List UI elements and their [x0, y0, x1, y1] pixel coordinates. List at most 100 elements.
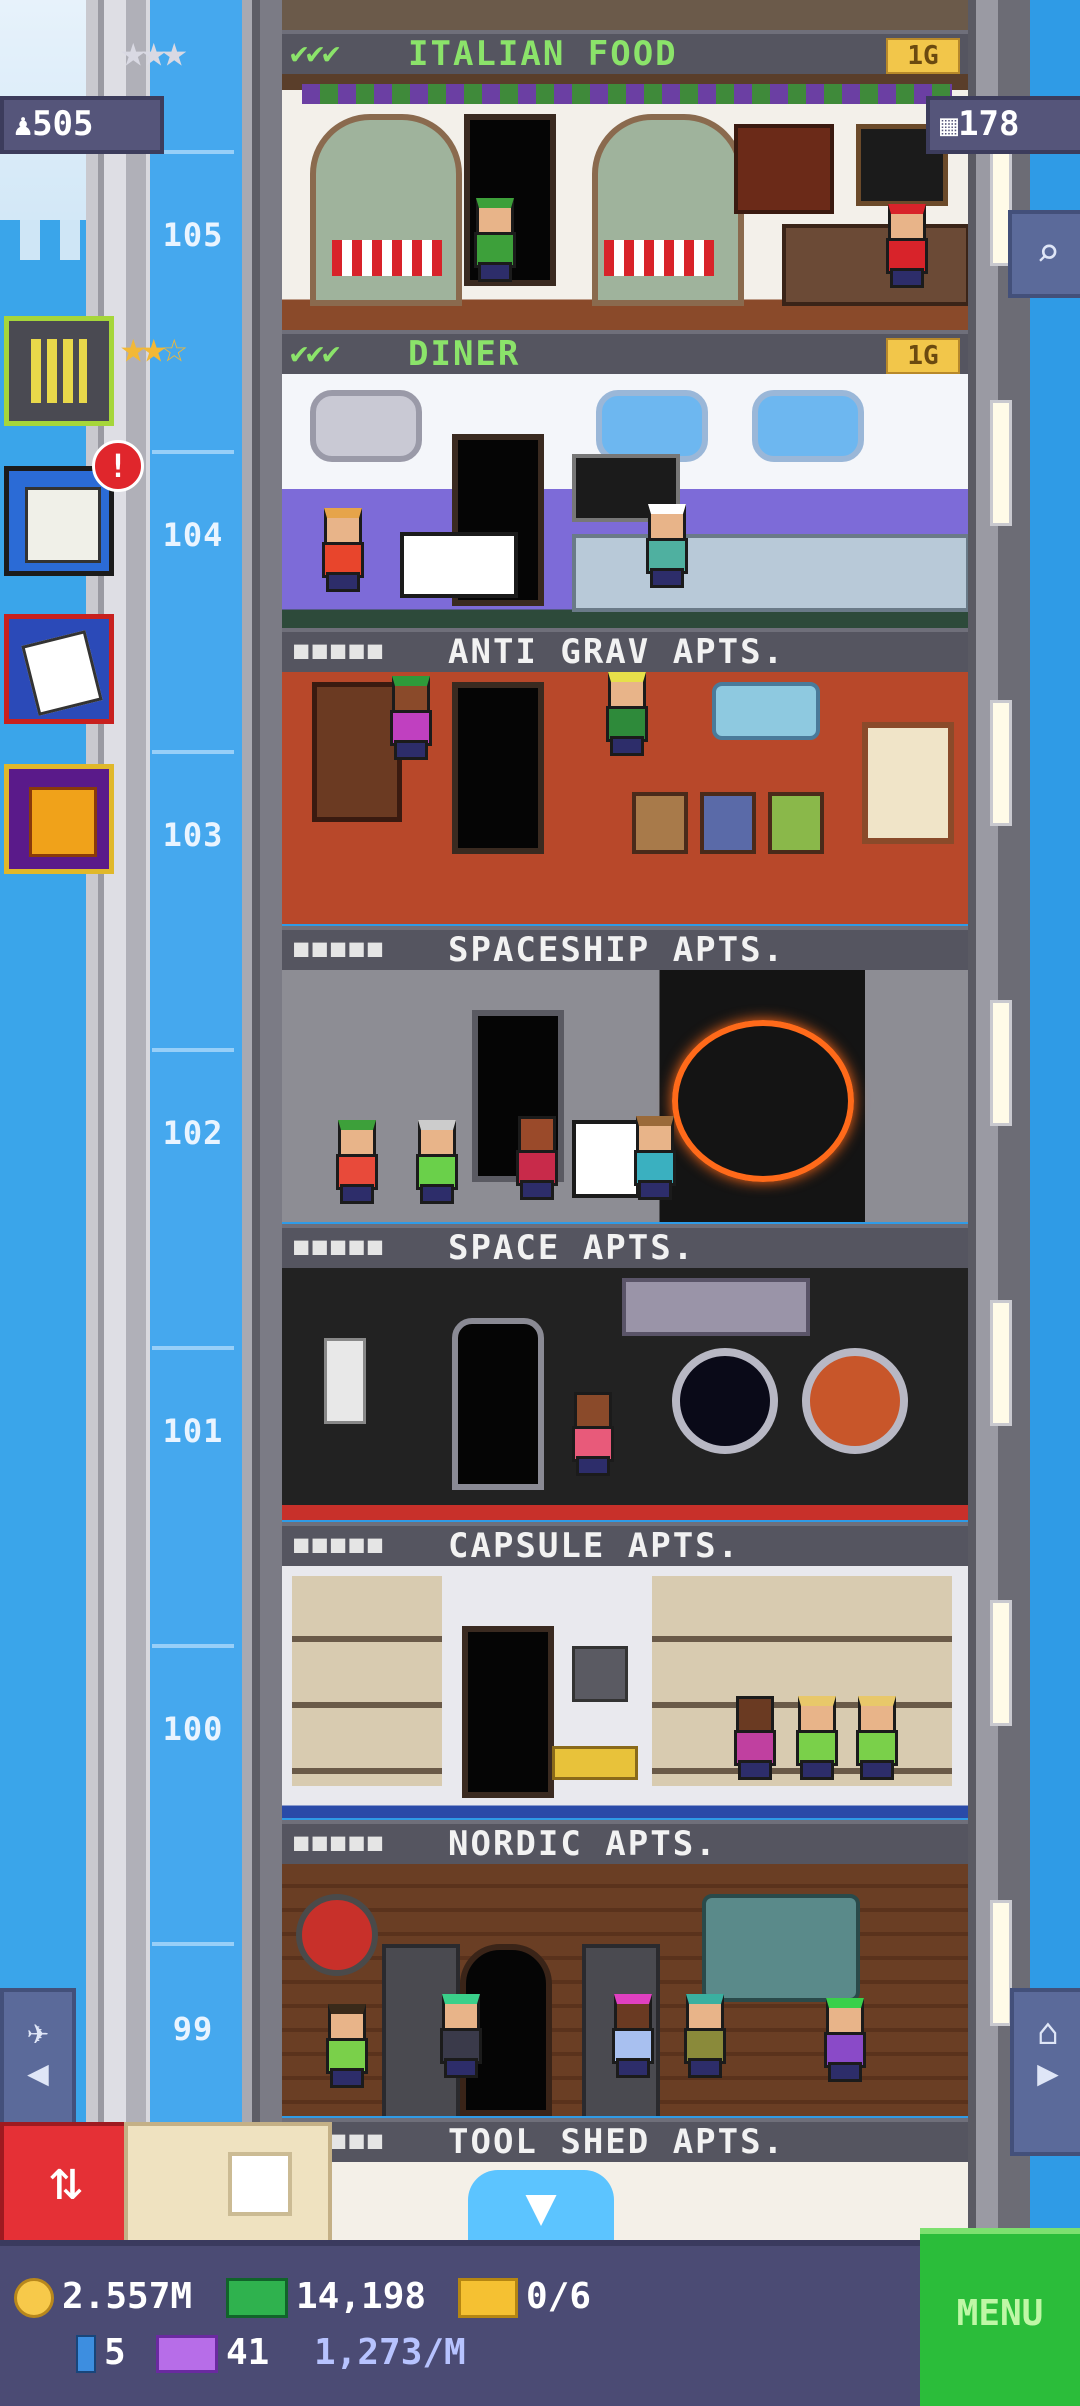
stock-level-badge[interactable]: 1G [886, 338, 960, 374]
resident-slots-icon: ■■■■■ [294, 1828, 387, 1856]
stairwell-window [990, 1300, 1012, 1426]
coins-stat[interactable]: 2.557M [14, 2276, 192, 2318]
calendar-button[interactable] [4, 614, 114, 724]
resident[interactable] [680, 1994, 726, 2078]
shaft-divider [152, 1644, 234, 1648]
floor-counter[interactable]: ▦178 [926, 96, 1080, 154]
worker-red-cap[interactable] [882, 204, 928, 288]
floor-anti-grav-apts[interactable]: ■■■■■ ANTI GRAV APTS. [282, 628, 968, 928]
search-icon[interactable]: ⌕ [1008, 210, 1080, 298]
floor-header: ■■■■■ TOOL SHED APTS. [282, 2118, 968, 2162]
resident[interactable] [332, 1120, 378, 1204]
picture-frame [700, 792, 756, 854]
chevron-right-icon: ▶ [1037, 2053, 1059, 2094]
coins-value: 2.557M [62, 2276, 193, 2317]
resident-slots-icon: ■■■■■ [294, 636, 387, 664]
porthole-mars [802, 1348, 908, 1454]
floor-diner[interactable]: ✔✔✔ DINER 1G [282, 330, 968, 630]
resident[interactable] [512, 1116, 558, 1200]
viking-shield [296, 1894, 378, 1976]
floor-header: ■■■■■ SPACESHIP APTS. [282, 926, 968, 970]
checkered-table [332, 240, 442, 276]
bux-bill-icon [226, 2278, 288, 2318]
person-icon: ♟ [14, 108, 33, 143]
shaft-floor-number: 100 [162, 1710, 224, 1748]
stairwell-window [990, 700, 1012, 826]
space-room [282, 1268, 968, 1520]
tool-shed-room [282, 2162, 968, 2248]
population-counter[interactable]: ♟505 [0, 96, 164, 154]
resident-floating[interactable] [602, 672, 648, 756]
shaft-floor-number: 104 [162, 516, 224, 554]
restock-check-icons: ✔✔✔ [290, 36, 340, 71]
capsule-room [282, 1566, 968, 1818]
kitchen-counter [782, 224, 968, 306]
home-icon: ⌂ [1037, 2012, 1059, 2053]
elevator-car[interactable] [124, 2122, 332, 2248]
build-floor-button[interactable] [4, 316, 114, 426]
resident[interactable] [792, 1696, 838, 1780]
worker-orange[interactable] [318, 508, 364, 592]
floor-above-partial[interactable] [282, 0, 968, 30]
capsule-bunks [292, 1576, 442, 1786]
floor-name: ITALIAN FOOD [408, 34, 678, 74]
worker-diner-hat[interactable] [642, 504, 688, 588]
resident[interactable] [412, 1120, 458, 1204]
floor-capsule-apts[interactable]: ■■■■■ CAPSULE APTS. [282, 1522, 968, 1822]
tickets-value: 0/6 [526, 2276, 592, 2317]
restock-check-icons: ✔✔✔ [290, 336, 340, 371]
floor-name: SPACE APTS. [448, 1228, 696, 1268]
resident[interactable] [322, 2004, 368, 2088]
calendar-icon [21, 630, 103, 716]
resident[interactable] [436, 1994, 482, 2078]
shaft-divider [152, 1346, 234, 1350]
updown-arrows-icon: ⇅ [49, 2148, 83, 2213]
resident[interactable] [568, 1392, 614, 1476]
arched-window [310, 114, 462, 306]
bux-stat[interactable]: 14,198 [226, 2276, 426, 2318]
polar-bear[interactable] [400, 532, 518, 598]
scroll-down-button[interactable]: ▼ [468, 2170, 614, 2240]
tickets-stat[interactable]: 0/6 [458, 2276, 591, 2318]
tower-bux-stat[interactable]: 5 [76, 2332, 126, 2373]
stock-level-badge[interactable]: 1G [886, 38, 960, 74]
floor-spaceship-apts[interactable]: ■■■■■ SPACESHIP APTS. [282, 926, 968, 1226]
nav-home-right[interactable]: ⌂ ▶ [1010, 1988, 1080, 2156]
resident[interactable] [730, 1696, 776, 1780]
menu-button[interactable]: MENU [920, 2228, 1080, 2406]
resident-floating[interactable] [386, 676, 432, 760]
resident[interactable] [852, 1696, 898, 1780]
resident[interactable] [608, 1994, 654, 2078]
floor-nordic-apts[interactable]: ■■■■■ NORDIC APTS. [282, 1820, 968, 2120]
porthole-window [752, 390, 864, 462]
checkered-table [604, 240, 714, 276]
stairwell-window [990, 400, 1012, 526]
elevator-updown-button[interactable]: ⇅ [0, 2122, 132, 2248]
floor-door [462, 1626, 554, 1798]
gift-button[interactable] [4, 764, 114, 874]
shaft-divider [152, 1048, 234, 1052]
grape-vine-decor [302, 84, 952, 104]
resident[interactable] [630, 1116, 676, 1200]
porthole-stars [672, 1348, 778, 1454]
floor-italian-food[interactable]: ✔✔✔ ITALIAN FOOD 1G [282, 30, 968, 330]
golden-stat[interactable]: 41 [156, 2332, 269, 2373]
missions-alert-badge: ! [92, 440, 144, 492]
diner-counter [572, 534, 968, 612]
building-icon [31, 339, 87, 403]
spaceship-room [282, 970, 968, 1222]
stairwell-window [990, 1000, 1012, 1126]
floor-space-apts[interactable]: ■■■■■ SPACE APTS. [282, 1224, 968, 1524]
floor-tool-shed-apts[interactable]: ■■■■■ TOOL SHED APTS. [282, 2118, 968, 2248]
resident-slots-icon: ■■■■■ [294, 934, 387, 962]
resource-bar: 2.557M 14,198 0/6 5 41 1,273/M [0, 2240, 920, 2406]
resident[interactable] [820, 1998, 866, 2082]
floor-header: ✔✔✔ DINER 1G [282, 330, 968, 374]
building-icon: ▦ [940, 108, 959, 143]
picture-frame [632, 792, 688, 854]
person-icon: ✈ [27, 2012, 49, 2053]
worker-green-cap[interactable] [470, 198, 516, 282]
floor-header: ■■■■■ CAPSULE APTS. [282, 1522, 968, 1566]
coin-icon [14, 2278, 54, 2318]
bux-value: 14,198 [296, 2276, 427, 2317]
